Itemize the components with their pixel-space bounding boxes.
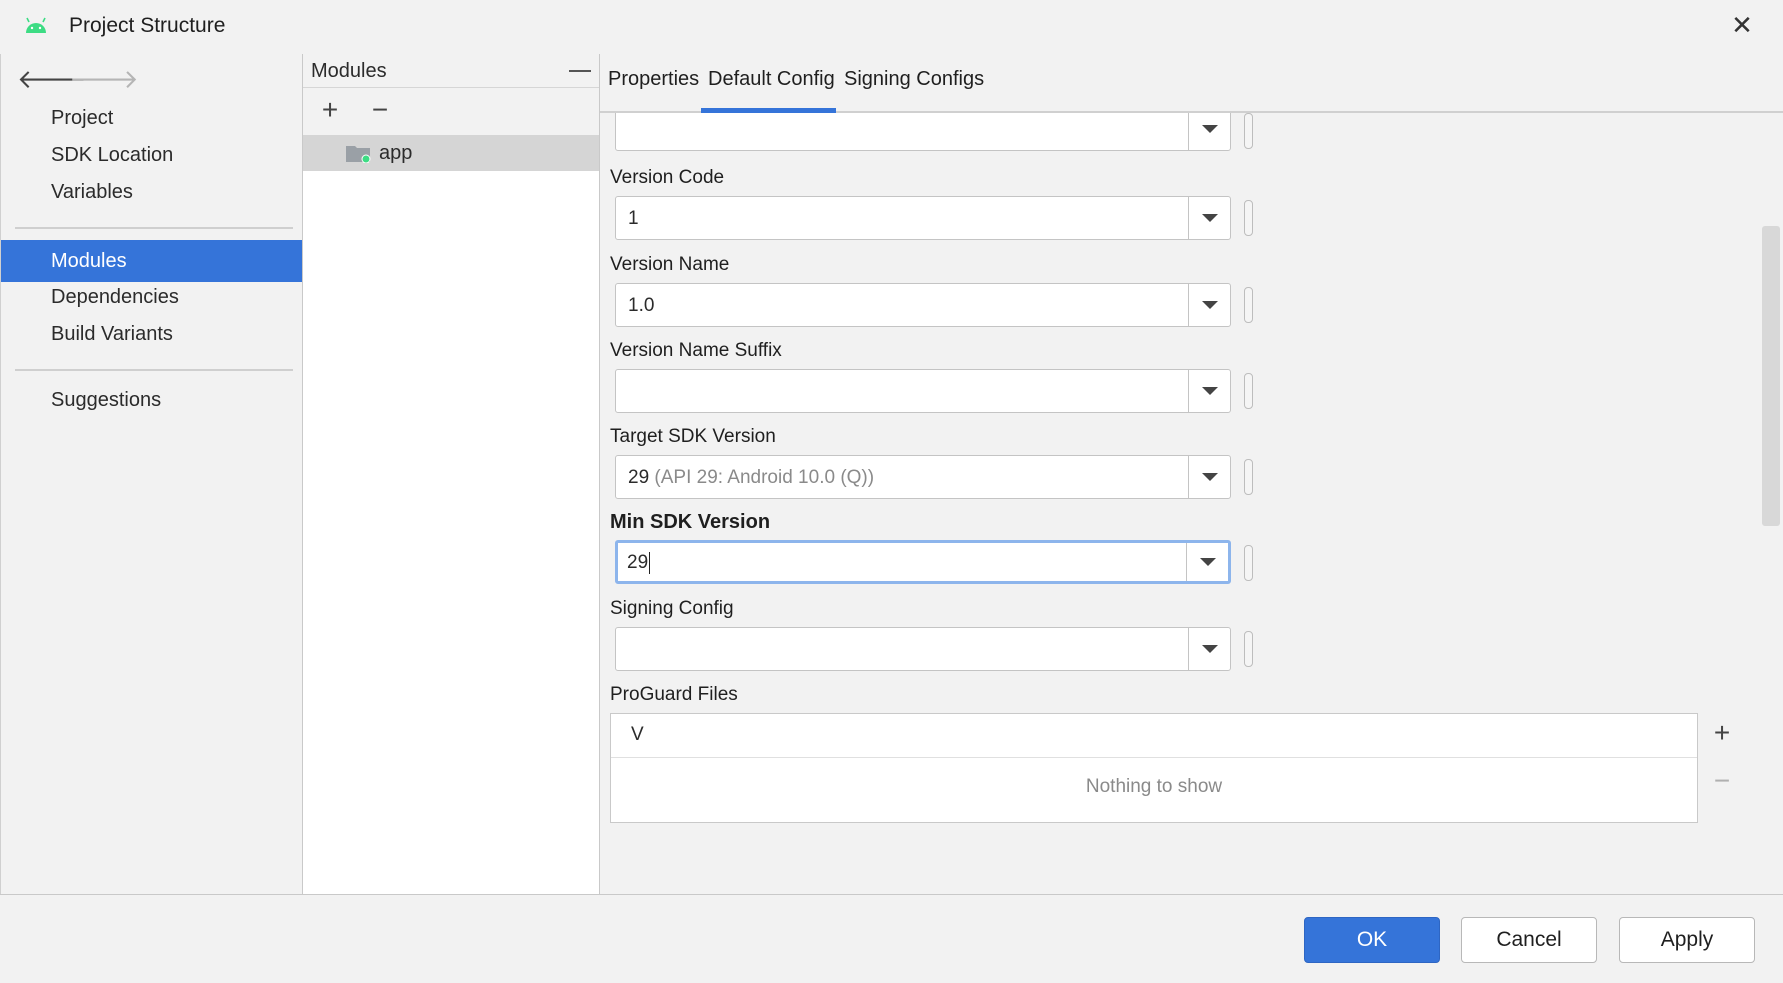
- nav-item-variables[interactable]: Variables: [1, 171, 303, 213]
- module-item-app[interactable]: app: [303, 135, 599, 171]
- chevron-down-icon[interactable]: [1188, 628, 1230, 670]
- tab-default-config[interactable]: Default Config: [708, 68, 835, 91]
- vertical-scrollbar[interactable]: [1762, 226, 1780, 526]
- field-side-indicator: [1244, 287, 1253, 323]
- android-icon: [26, 17, 46, 33]
- add-proguard-icon[interactable]: +: [1707, 717, 1737, 749]
- chevron-down-icon[interactable]: [1188, 284, 1230, 326]
- min-sdk-combo[interactable]: 29: [615, 540, 1231, 584]
- target-sdk-value: 29 (API 29: Android 10.0 (Q)): [628, 467, 874, 489]
- nav-item-build-variants[interactable]: Build Variants: [1, 313, 303, 355]
- back-arrow-icon[interactable]: 🡐: [17, 64, 87, 94]
- tab-bar: Properties Default Config Signing Config…: [600, 54, 1783, 113]
- proguard-empty-text: Nothing to show: [1085, 776, 1223, 797]
- min-sdk-value[interactable]: 29: [627, 552, 651, 574]
- proguard-column-header[interactable]: V: [631, 724, 644, 746]
- nav-item-project[interactable]: Project: [1, 97, 303, 139]
- folder-icon: [346, 146, 371, 163]
- chevron-down-icon[interactable]: [1188, 370, 1230, 412]
- field-side-indicator: [1244, 545, 1253, 581]
- tab-properties[interactable]: Properties: [608, 68, 699, 91]
- text-caret: [649, 552, 651, 574]
- min-sdk-input-text: 29: [627, 552, 649, 574]
- chevron-down-icon[interactable]: [1188, 456, 1230, 498]
- chevron-down-icon[interactable]: [1188, 197, 1230, 239]
- proguard-table: V Nothing to show: [610, 713, 1698, 823]
- version-name-suffix-label: Version Name Suffix: [610, 340, 782, 361]
- minimize-icon[interactable]: [569, 70, 591, 72]
- version-name-value: 1.0: [628, 295, 655, 316]
- version-code-value: 1: [628, 208, 639, 229]
- version-name-suffix-combo[interactable]: [615, 369, 1231, 413]
- proguard-label: ProGuard Files: [610, 684, 738, 705]
- nav-item-dependencies[interactable]: Dependencies: [1, 276, 303, 318]
- default-config-form: Version Code 1 Version Name 1.0 Version …: [600, 113, 1783, 894]
- target-sdk-label: Target SDK Version: [610, 426, 776, 447]
- version-name-label: Version Name: [610, 254, 730, 275]
- signing-config-combo[interactable]: [615, 627, 1231, 671]
- field-side-indicator: [1244, 373, 1253, 409]
- remove-module-icon[interactable]: −: [365, 96, 395, 126]
- left-navigation: 🡐 🡒 Project SDK Location Variables Modul…: [0, 54, 303, 894]
- title-bar: Project Structure ✕: [0, 0, 1783, 54]
- add-module-icon[interactable]: +: [315, 96, 345, 126]
- field-side-indicator: [1244, 200, 1253, 236]
- field-side-indicator: [1244, 113, 1253, 149]
- target-sdk-combo[interactable]: 29 (API 29: Android 10.0 (Q)): [615, 455, 1231, 499]
- nav-arrows: 🡐 🡒: [17, 64, 139, 94]
- combo-field-top[interactable]: [615, 113, 1231, 151]
- modules-panel: Modules + − app: [302, 54, 600, 894]
- modules-title: Modules: [311, 60, 387, 82]
- remove-proguard-icon[interactable]: −: [1707, 765, 1737, 797]
- dialog-button-bar: OK Cancel Apply: [0, 894, 1783, 983]
- field-side-indicator: [1244, 631, 1253, 667]
- modules-header: Modules: [303, 54, 599, 88]
- modules-toolbar: + −: [303, 88, 599, 135]
- nav-item-sdk-location[interactable]: SDK Location: [1, 134, 303, 176]
- target-sdk-hint: (API 29: Android 10.0 (Q)): [649, 467, 875, 488]
- window-title: Project Structure: [69, 14, 226, 37]
- config-panel: Properties Default Config Signing Config…: [600, 54, 1783, 894]
- chevron-down-icon[interactable]: [1188, 113, 1230, 150]
- proguard-table-header: V: [611, 714, 1697, 758]
- min-sdk-label: Min SDK Version: [610, 511, 771, 533]
- tab-signing-configs[interactable]: Signing Configs: [844, 68, 984, 91]
- version-code-combo[interactable]: 1: [615, 196, 1231, 240]
- signing-config-label: Signing Config: [610, 598, 734, 619]
- target-sdk-number: 29: [628, 467, 650, 488]
- module-name: app: [379, 142, 413, 164]
- nav-separator: [15, 369, 293, 371]
- apply-button[interactable]: Apply: [1619, 917, 1755, 963]
- ok-button[interactable]: OK: [1304, 917, 1440, 963]
- version-name-combo[interactable]: 1.0: [615, 283, 1231, 327]
- nav-item-suggestions[interactable]: Suggestions: [1, 379, 303, 421]
- nav-separator: [15, 227, 293, 229]
- chevron-down-icon[interactable]: [1186, 543, 1228, 581]
- version-code-label: Version Code: [610, 167, 725, 188]
- field-side-indicator: [1244, 459, 1253, 495]
- close-icon[interactable]: ✕: [1727, 10, 1757, 40]
- forward-arrow-icon[interactable]: 🡒: [69, 64, 139, 94]
- cancel-button[interactable]: Cancel: [1461, 917, 1597, 963]
